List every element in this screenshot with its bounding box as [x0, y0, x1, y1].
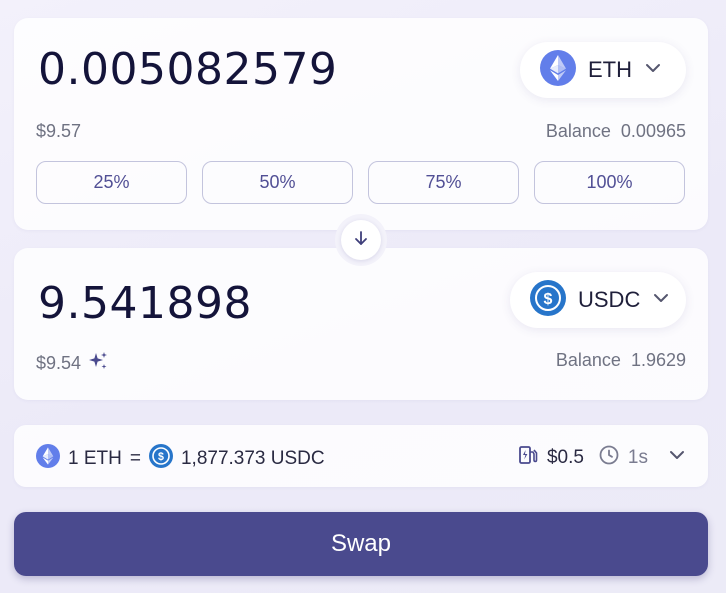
from-token-panel: 0.005082579 ETH $9.57 Balance 0.00965 25%… — [14, 18, 708, 230]
from-token-selector[interactable]: ETH — [520, 42, 686, 98]
rate-base: 1 ETH — [68, 448, 122, 469]
chevron-down-icon[interactable] — [668, 446, 686, 470]
to-balance: Balance 1.9629 — [556, 350, 686, 371]
percent-25-button[interactable]: 25% — [36, 161, 187, 204]
fee-and-time: $0.5 1s — [517, 444, 686, 472]
gas-pump-icon — [517, 444, 539, 472]
from-usd-value: $9.57 — [36, 121, 82, 141]
swap-button[interactable]: Swap — [14, 512, 708, 576]
rate-equals: = — [129, 448, 141, 469]
from-balance-label: Balance — [545, 121, 611, 141]
estimated-time: 1s — [627, 447, 648, 468]
svg-text:$: $ — [158, 451, 164, 463]
from-token-symbol: ETH — [588, 57, 632, 82]
to-usd-value-row: $9.54 — [36, 350, 109, 377]
from-balance: Balance 0.00965 — [546, 121, 686, 142]
to-token-symbol: USDC — [578, 287, 641, 312]
switch-direction-button[interactable] — [335, 214, 387, 266]
sparkle-icon — [87, 350, 109, 377]
percent-50-button[interactable]: 50% — [202, 161, 353, 204]
ethereum-icon — [36, 444, 60, 474]
chevron-down-icon — [652, 289, 670, 312]
chevron-down-icon — [644, 59, 662, 82]
gas-fee: $0.5 — [546, 447, 584, 468]
to-balance-value: 1.9629 — [630, 350, 686, 370]
exchange-rate-panel[interactable]: 1 ETH = $ 1,877.373 USDC $0.5 1s — [14, 425, 708, 487]
ethereum-icon — [540, 49, 576, 91]
percent-75-button[interactable]: 75% — [368, 161, 519, 204]
rate-quote: 1,877.373 USDC — [180, 448, 325, 469]
from-amount-input[interactable]: 0.005082579 — [38, 44, 337, 95]
from-balance-value[interactable]: 0.00965 — [621, 121, 686, 141]
to-usd-value: $9.54 — [36, 353, 82, 373]
to-token-selector[interactable]: $ USDC — [510, 272, 686, 328]
usdc-icon: $ — [530, 279, 566, 321]
to-amount-input[interactable]: 9.541898 — [38, 278, 252, 329]
clock-icon — [598, 444, 620, 472]
arrow-down-icon — [352, 229, 370, 252]
to-balance-label: Balance — [555, 350, 621, 370]
to-token-panel: 9.541898 $ USDC $9.54 Balance 1.9629 — [14, 248, 708, 400]
svg-text:$: $ — [544, 291, 553, 308]
percent-buttons: 25% 50% 75% 100% — [36, 161, 685, 204]
usdc-icon: $ — [148, 444, 173, 474]
exchange-rate: 1 ETH = $ 1,877.373 USDC — [36, 444, 325, 474]
percent-100-button[interactable]: 100% — [534, 161, 685, 204]
